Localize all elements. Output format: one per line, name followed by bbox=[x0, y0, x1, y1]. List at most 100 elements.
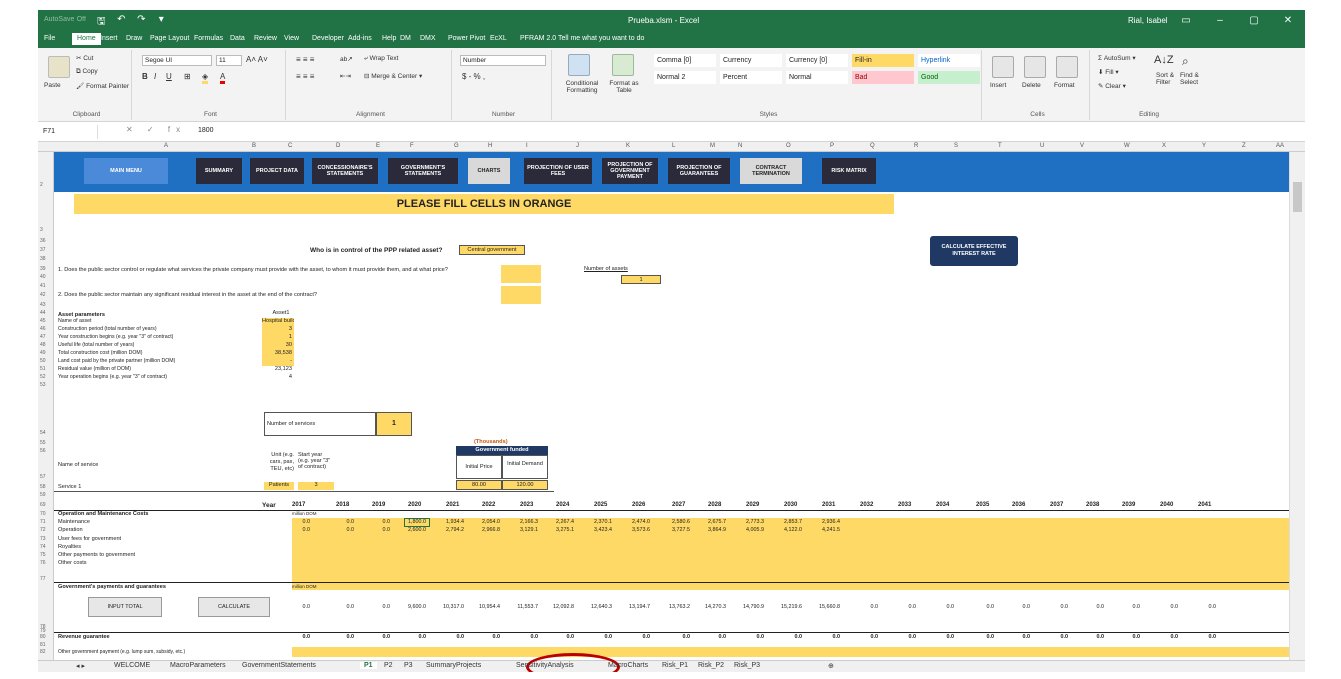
nav-projection-of-government-payment[interactable]: PROJECTION OF GOVERNMENT PAYMENT bbox=[602, 158, 658, 184]
nav-contract-termination[interactable]: CONTRACT TERMINATION bbox=[740, 158, 802, 184]
col-header-j[interactable]: J bbox=[576, 143, 579, 149]
col-header-a[interactable]: A bbox=[164, 143, 168, 149]
row-header-38[interactable]: 38 bbox=[40, 256, 46, 262]
conditional-formatting-icon[interactable] bbox=[568, 54, 590, 76]
row-header-51[interactable]: 51 bbox=[40, 366, 46, 372]
asset-row-value[interactable]: 38,538 bbox=[262, 350, 294, 358]
col-header-aa[interactable]: AA bbox=[1276, 143, 1284, 149]
font-color-icon[interactable]: A bbox=[220, 72, 226, 84]
col-header-f[interactable]: F bbox=[410, 143, 414, 149]
maintenance-value[interactable]: 2,675.7 bbox=[704, 519, 726, 525]
name-box[interactable]: F71 bbox=[40, 125, 98, 139]
row-header-56[interactable]: 56 bbox=[40, 448, 46, 454]
bold-button[interactable]: B bbox=[142, 72, 148, 81]
row-header-58[interactable]: 58 bbox=[40, 484, 46, 490]
row-header-70[interactable]: 70 bbox=[40, 511, 46, 517]
maintenance-value[interactable]: 0.0 bbox=[332, 519, 355, 525]
paste-icon[interactable] bbox=[48, 56, 70, 78]
row-header-2[interactable]: 2 bbox=[40, 182, 43, 188]
tab-help[interactable]: Help bbox=[382, 35, 396, 42]
row-header-50[interactable]: 50 bbox=[40, 358, 46, 364]
col-header-q[interactable]: Q bbox=[870, 143, 875, 149]
col-header-l[interactable]: L bbox=[672, 143, 675, 149]
maintenance-value[interactable]: 2,773.3 bbox=[742, 519, 764, 525]
row-header-3[interactable]: 3 bbox=[40, 227, 43, 233]
tab-scroll-icon[interactable]: ◂ ▸ bbox=[76, 662, 85, 670]
operation-value[interactable]: 4,241.5 bbox=[818, 527, 840, 533]
col-header-v[interactable]: V bbox=[1080, 143, 1084, 149]
tab-formulas[interactable]: Formulas bbox=[194, 35, 223, 42]
find-select-button[interactable]: Find & Select bbox=[1180, 72, 1204, 86]
merge-center-button[interactable]: ⊟ Merge & Center ▾ bbox=[364, 72, 422, 80]
col-header-g[interactable]: G bbox=[454, 143, 459, 149]
answer-1-cell[interactable] bbox=[501, 265, 541, 283]
row-header-69[interactable]: 69 bbox=[40, 502, 46, 508]
operation-value[interactable]: 2,966.8 bbox=[478, 527, 500, 533]
paste-button[interactable]: Paste bbox=[44, 82, 61, 89]
style-normal[interactable]: Normal bbox=[786, 71, 848, 84]
input-total-button[interactable]: INPUT TOTAL bbox=[88, 597, 162, 617]
sheet-tab-risk-p3[interactable]: Risk_P3 bbox=[734, 662, 760, 669]
row-header-55[interactable]: 55 bbox=[40, 440, 46, 446]
customize-icon[interactable]: ▾ bbox=[156, 14, 166, 31]
col-header-d[interactable]: D bbox=[336, 143, 340, 149]
col-header-x[interactable]: X bbox=[1162, 143, 1166, 149]
row-header-57[interactable]: 57 bbox=[40, 474, 46, 480]
col-header-b[interactable]: B bbox=[252, 143, 256, 149]
tab-insert[interactable]: Insert bbox=[100, 35, 118, 42]
redo-icon[interactable]: ↷ bbox=[136, 14, 146, 31]
row-header-47[interactable]: 47 bbox=[40, 334, 46, 340]
tab-developer[interactable]: Developer bbox=[312, 35, 344, 42]
format-painter-button[interactable]: 🖌 Format Painter bbox=[76, 82, 129, 90]
asset-row-value[interactable]: Hospital building bbox=[262, 318, 294, 326]
number-format-icons[interactable]: $ - % , bbox=[462, 72, 485, 81]
col-header-m[interactable]: M bbox=[710, 143, 715, 149]
operation-value[interactable]: 4,005.9 bbox=[742, 527, 764, 533]
tab-ecxl[interactable]: EcXL bbox=[490, 35, 507, 42]
row-header-49[interactable]: 49 bbox=[40, 350, 46, 356]
row-header-36[interactable]: 36 bbox=[40, 238, 46, 244]
nav-main-menu[interactable]: MAIN MENU bbox=[84, 158, 168, 184]
row-header-45[interactable]: 45 bbox=[40, 318, 46, 324]
row-header-52[interactable]: 52 bbox=[40, 374, 46, 380]
num-services-input[interactable]: 1 bbox=[376, 412, 412, 436]
sheet-tab-welcome[interactable]: WELCOME bbox=[114, 662, 150, 669]
wrap-text-button[interactable]: ⤶ Wrap Text bbox=[364, 55, 398, 63]
row-header-80[interactable]: 80 bbox=[40, 634, 46, 640]
tab-review[interactable]: Review bbox=[254, 35, 277, 42]
borders-icon[interactable]: ⊞ bbox=[184, 72, 191, 81]
insert-cells-icon[interactable] bbox=[992, 56, 1014, 78]
format-button[interactable]: Format bbox=[1054, 82, 1075, 89]
tab-dmx[interactable]: DMX bbox=[420, 35, 436, 42]
row-header-44[interactable]: 44 bbox=[40, 310, 46, 316]
maintenance-value[interactable]: 2,166.3 bbox=[516, 519, 538, 525]
delete-button[interactable]: Delete bbox=[1022, 82, 1041, 89]
operation-value[interactable]: 3,423.4 bbox=[590, 527, 612, 533]
col-header-s[interactable]: S bbox=[954, 143, 958, 149]
style-good[interactable]: Good bbox=[918, 71, 980, 84]
maintenance-value[interactable]: 2,853.7 bbox=[780, 519, 802, 525]
col-header-y[interactable]: Y bbox=[1202, 143, 1206, 149]
col-header-i[interactable]: I bbox=[526, 143, 528, 149]
font-grow-icon[interactable]: A˄ A˅ bbox=[246, 55, 268, 64]
operation-value[interactable]: 0.0 bbox=[332, 527, 355, 533]
row-header-40[interactable]: 40 bbox=[40, 274, 46, 280]
num-assets-input[interactable]: 1 bbox=[621, 275, 661, 284]
col-header-t[interactable]: T bbox=[998, 143, 1002, 149]
autosave-toggle[interactable]: AutoSave Off bbox=[44, 14, 86, 31]
row-header-77[interactable]: 77 bbox=[40, 576, 46, 582]
service-1-price[interactable]: 80.00 bbox=[456, 480, 502, 490]
operation-value[interactable]: 3,129.1 bbox=[516, 527, 538, 533]
search-icon[interactable]: ⌕ bbox=[1182, 54, 1189, 69]
style-currency-0-[interactable]: Currency [0] bbox=[786, 54, 848, 67]
undo-icon[interactable]: ↶ bbox=[116, 14, 126, 31]
col-header-p[interactable]: P bbox=[830, 143, 834, 149]
tab-dm[interactable]: DM bbox=[400, 35, 411, 42]
maintenance-value[interactable]: 2,054.0 bbox=[478, 519, 500, 525]
formula-input[interactable]: 1800 bbox=[198, 127, 214, 134]
tab-draw[interactable]: Draw bbox=[126, 35, 142, 42]
format-cells-icon[interactable] bbox=[1056, 56, 1078, 78]
row-header-39[interactable]: 39 bbox=[40, 266, 46, 272]
nav-concessionaire-s-statements[interactable]: CONCESSIONAIRE'S STATEMENTS bbox=[312, 158, 378, 184]
sheet-tab-risk-p1[interactable]: Risk_P1 bbox=[662, 662, 688, 669]
